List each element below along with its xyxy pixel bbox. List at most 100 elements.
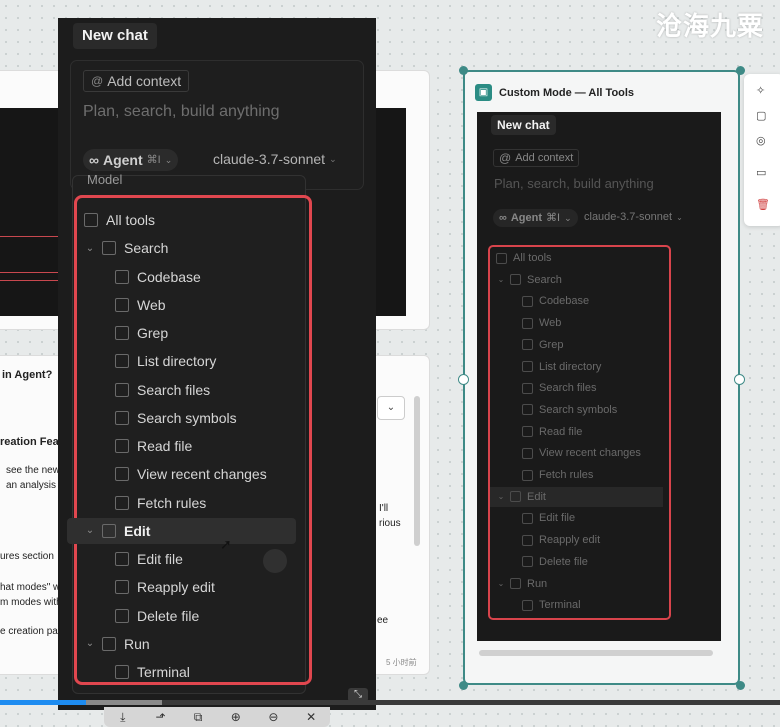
mini-tool-row: Read file xyxy=(490,422,582,442)
expand-chevron-icon[interactable]: ⌄ xyxy=(83,638,97,649)
mini-tool-label: Delete file xyxy=(539,555,588,568)
agent-mode-selector[interactable]: ∞ Agent ⌘I ⌄ xyxy=(83,149,179,171)
download-icon[interactable]: ⤓ xyxy=(112,710,134,725)
progress-buffer xyxy=(86,700,162,705)
tool-checkbox[interactable] xyxy=(102,523,116,538)
tool-label: Delete file xyxy=(137,607,200,624)
tool-row[interactable]: Terminal xyxy=(77,659,190,685)
mini-tool-row: Web xyxy=(490,313,561,333)
comment-icon[interactable]: ▢ xyxy=(756,109,766,122)
tool-row[interactable]: Search files xyxy=(77,377,210,403)
tool-row[interactable]: List directory xyxy=(77,348,216,374)
mini-tool-label: Terminal xyxy=(539,599,581,612)
mini-tool-checkbox xyxy=(522,317,533,329)
tool-row[interactable]: Delete file xyxy=(77,603,199,629)
tool-checkbox[interactable] xyxy=(115,439,129,453)
tool-label: Codebase xyxy=(137,268,201,285)
expand-chevron-icon[interactable]: ⌄ xyxy=(83,243,97,254)
tool-checkbox[interactable] xyxy=(115,665,129,679)
tool-row[interactable]: Read file xyxy=(77,433,192,459)
tool-checkbox[interactable] xyxy=(115,495,129,510)
bg-heading: in Agent? xyxy=(2,369,53,381)
tool-row[interactable]: Search symbols xyxy=(77,405,237,431)
bg-text: I'll xyxy=(379,503,389,514)
mini-tool-label: Edit xyxy=(527,490,546,503)
expand-chevron-icon: ⌄ xyxy=(497,492,505,502)
close-icon[interactable]: ✕ xyxy=(300,710,322,724)
mini-tool-checkbox xyxy=(522,556,533,568)
connection-handle[interactable] xyxy=(458,374,469,385)
composer[interactable]: @ Add context Plan, search, build anythi… xyxy=(70,60,364,190)
add-context-button[interactable]: @ Add context xyxy=(83,70,190,92)
tool-row[interactable]: ⌄ Edit xyxy=(67,517,296,544)
agent-shortcut: ⌘I xyxy=(146,154,161,166)
tool-checkbox[interactable] xyxy=(84,213,98,227)
tool-checkbox[interactable] xyxy=(115,269,129,284)
bg-scrollbar[interactable] xyxy=(414,396,420,546)
copy-icon[interactable]: ▭ xyxy=(756,166,766,179)
expand-chevron-icon: ⌄ xyxy=(497,579,505,588)
sparkle-icon[interactable]: ✧ xyxy=(756,84,765,97)
tool-row[interactable]: Web xyxy=(77,292,166,318)
tool-row[interactable]: View recent changes xyxy=(77,461,267,487)
mouse-cursor-icon: ➚ xyxy=(220,536,232,552)
mini-agent-shortcut: ⌘I xyxy=(546,212,561,224)
node-scrollbar[interactable] xyxy=(479,650,713,656)
chevron-down-icon: ⌄ xyxy=(164,155,173,165)
bg-text: hat modes" w xyxy=(0,582,61,593)
tool-row[interactable]: Grep xyxy=(77,320,168,346)
mini-agent-label: Agent xyxy=(510,212,543,224)
tool-checkbox[interactable] xyxy=(115,580,129,595)
progress-bar[interactable] xyxy=(0,700,780,705)
tool-label: All tools xyxy=(106,212,156,228)
connection-handle[interactable] xyxy=(734,374,745,385)
bg-timestamp: 5 小时前 xyxy=(386,658,417,667)
resize-handle[interactable] xyxy=(736,66,745,75)
copy-icon[interactable]: ⧉ xyxy=(187,710,209,725)
tool-checkbox[interactable] xyxy=(115,354,129,369)
bg-chevron-icon[interactable]: ⌄ xyxy=(377,396,405,420)
tool-row[interactable]: ⌄ Run xyxy=(77,631,150,657)
prompt-placeholder[interactable]: Plan, search, build anything xyxy=(83,103,280,121)
new-chat-tab[interactable]: New chat xyxy=(73,23,157,49)
zoom-out-icon[interactable]: ⊖ xyxy=(262,710,284,724)
tool-row[interactable]: ⌄ Search xyxy=(77,235,169,261)
tool-row[interactable]: Reapply edit xyxy=(77,574,215,600)
chevron-down-icon: ⌄ xyxy=(676,212,683,222)
model-selector[interactable]: claude-3.7-sonnet ⌄ xyxy=(213,151,337,167)
tool-label: Read file xyxy=(137,438,193,454)
tool-label: Search xyxy=(124,240,169,257)
resize-handle[interactable] xyxy=(736,681,745,690)
delete-icon[interactable]: 🗑 xyxy=(756,198,770,211)
custom-mode-node[interactable]: ▣ Custom Mode — All Tools New chat @ Add… xyxy=(463,70,740,685)
mini-tool-label: Web xyxy=(539,317,562,330)
tool-checkbox[interactable] xyxy=(115,410,129,425)
mini-tool-checkbox xyxy=(510,578,521,589)
dropdown-label: Model xyxy=(87,172,123,184)
tool-checkbox[interactable] xyxy=(115,608,129,623)
tool-checkbox[interactable] xyxy=(102,241,116,256)
tool-checkbox[interactable] xyxy=(115,552,129,566)
tool-checkbox[interactable] xyxy=(115,326,129,340)
tool-checkbox[interactable] xyxy=(115,297,129,312)
mini-add-context: @ Add context xyxy=(493,149,580,167)
share-icon[interactable]: ⬏ xyxy=(149,710,171,724)
tool-checkbox[interactable] xyxy=(115,382,129,397)
tool-row[interactable]: Codebase xyxy=(77,264,201,290)
mini-tool-row: Reapply edit xyxy=(490,530,600,550)
tool-row[interactable]: All tools xyxy=(77,207,155,233)
bg-heading: reation Feat xyxy=(0,436,63,448)
tool-checkbox[interactable] xyxy=(115,467,129,482)
tool-row[interactable]: Edit file xyxy=(77,546,183,572)
expand-chevron-icon[interactable]: ⌄ xyxy=(83,525,97,536)
mini-tool-row: ⌄ Run xyxy=(490,574,548,594)
camera-icon[interactable]: ◎ xyxy=(756,134,766,147)
bg-text: ee xyxy=(377,615,389,626)
mini-tool-label: All tools xyxy=(513,252,552,264)
zoom-in-icon[interactable]: ⊕ xyxy=(225,710,247,724)
tool-row[interactable]: Fetch rules xyxy=(77,490,206,516)
tool-checkbox[interactable] xyxy=(102,636,116,651)
resize-handle[interactable] xyxy=(459,681,468,690)
bg-text: rious xyxy=(379,518,401,529)
resize-handle[interactable] xyxy=(459,66,468,75)
